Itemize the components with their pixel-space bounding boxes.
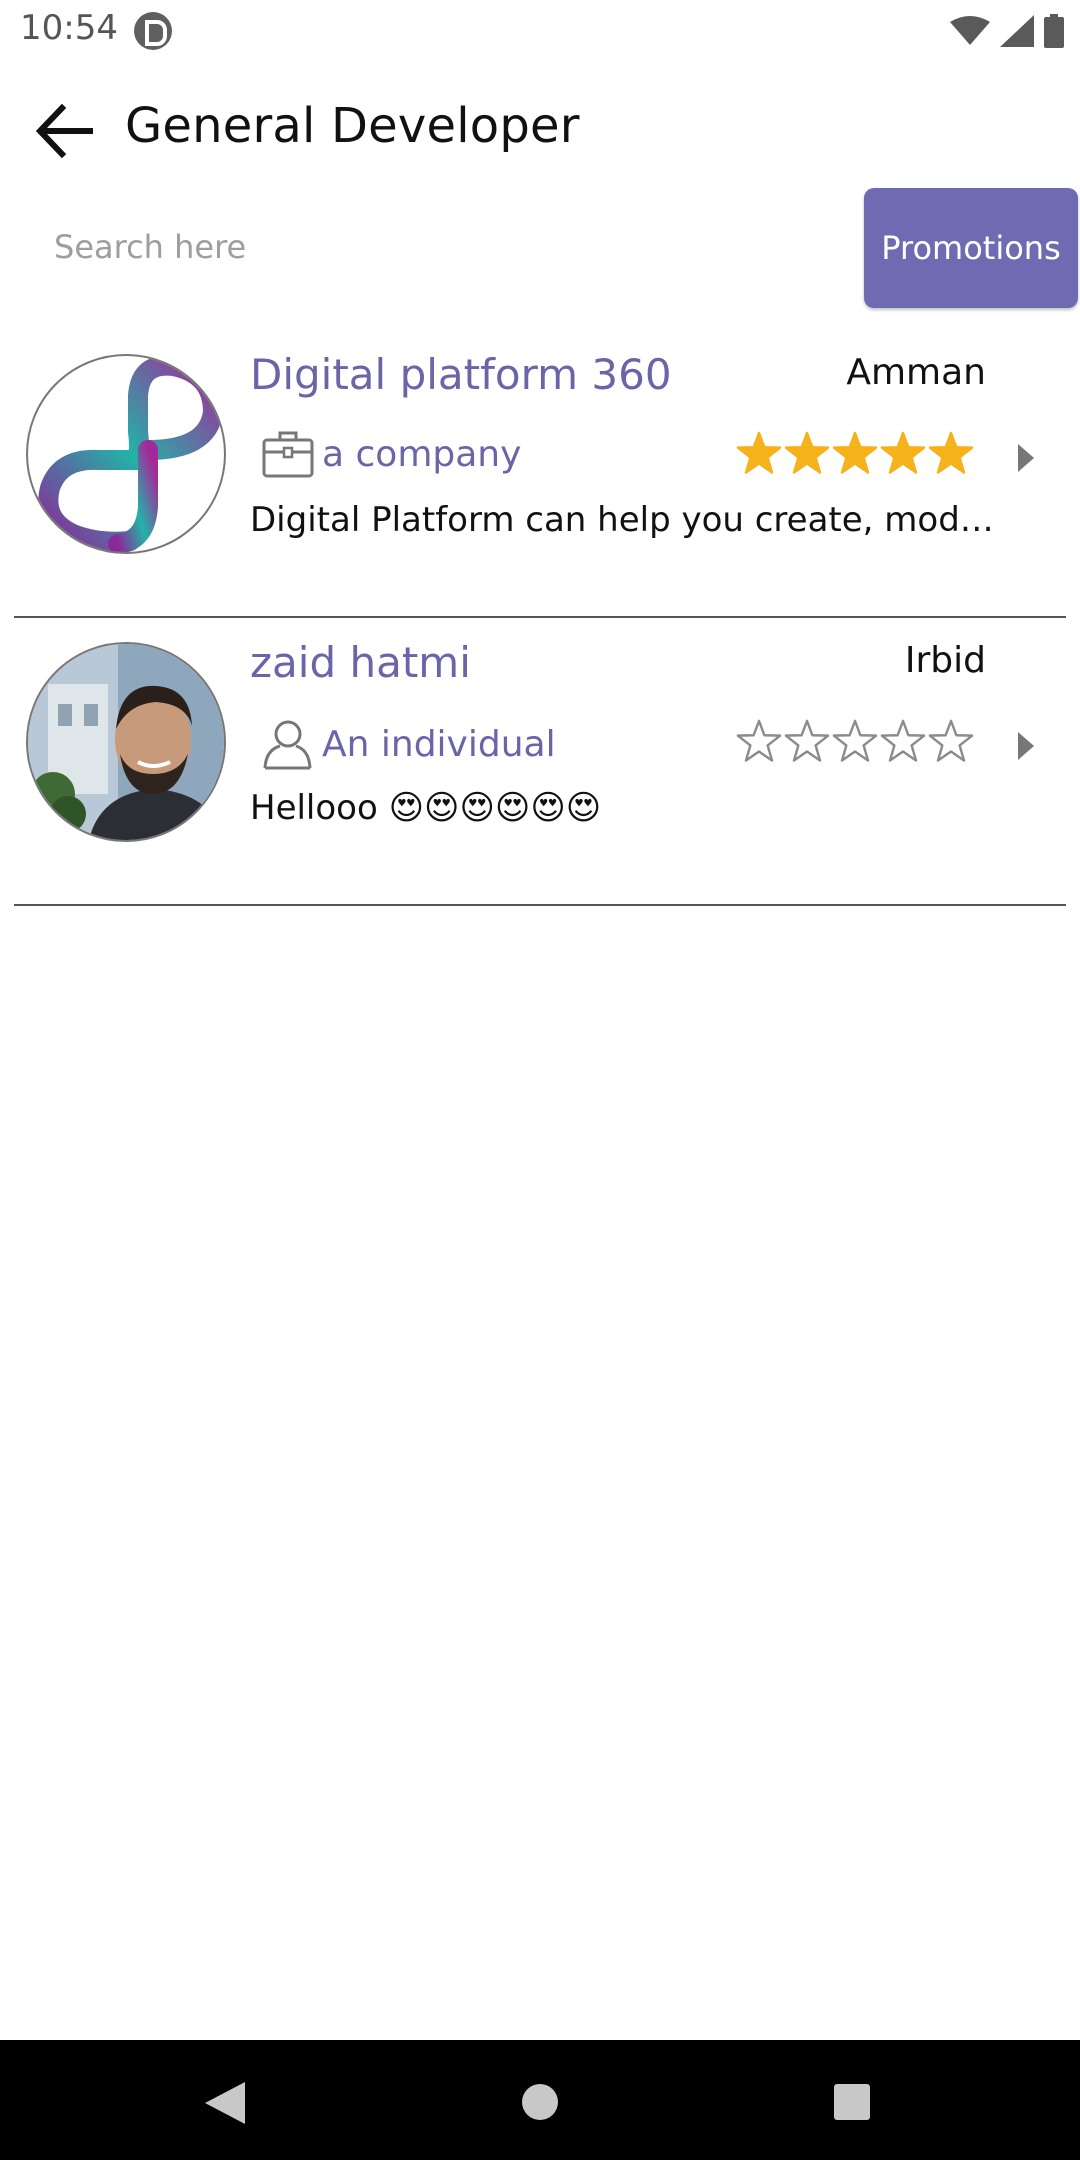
system-nav-bar — [0, 2040, 1080, 2160]
item-name: zaid hatmi — [250, 638, 471, 687]
avatar — [26, 354, 226, 554]
digital-platform-logo — [38, 356, 224, 552]
status-time: 10:54 — [20, 8, 118, 48]
star-empty-icon — [928, 719, 974, 762]
star-filled-icon — [832, 431, 878, 474]
person-icon — [263, 720, 312, 770]
briefcase-icon — [262, 431, 314, 478]
battery-icon — [1044, 14, 1064, 48]
app-notification-icon — [134, 12, 172, 50]
item-description: Digital Platform can help you create, mo… — [250, 500, 1010, 540]
item-type: a company — [262, 430, 521, 478]
star-empty-icon — [832, 719, 878, 762]
star-filled-icon — [928, 431, 974, 474]
avatar — [26, 642, 226, 842]
rating-stars — [736, 718, 974, 764]
search-input[interactable] — [34, 202, 834, 292]
item-type-label: a company — [322, 433, 522, 475]
star-filled-icon — [736, 431, 782, 474]
item-type-label: An individual — [322, 723, 556, 765]
chevron-right-icon — [1018, 732, 1034, 760]
item-name: Digital platform 360 — [250, 350, 672, 399]
rating-stars — [736, 430, 974, 476]
item-city: Irbid — [904, 640, 986, 681]
status-bar: 10:54 — [0, 0, 1080, 62]
list-item[interactable]: Digital platform 360 Amman a company Dig… — [0, 330, 1080, 618]
user-photo — [28, 644, 224, 840]
star-empty-icon — [880, 719, 926, 762]
arrow-left-icon — [35, 103, 93, 159]
wifi-icon — [950, 16, 990, 45]
star-empty-icon — [784, 719, 830, 762]
back-button[interactable] — [30, 98, 100, 164]
nav-home-icon[interactable] — [522, 2084, 558, 2120]
developer-list: Digital platform 360 Amman a company Dig… — [0, 330, 1080, 906]
item-description: Hellooo 😍😍😍😍😍😍 — [250, 788, 602, 828]
chevron-right-icon — [1018, 444, 1034, 472]
divider — [14, 904, 1066, 906]
page-title: General Developer — [125, 98, 580, 154]
nav-recents-icon[interactable] — [834, 2084, 870, 2120]
cellular-signal-icon — [1000, 15, 1034, 47]
star-filled-icon — [784, 431, 830, 474]
search-row: Promotions — [0, 188, 1080, 310]
star-filled-icon — [880, 431, 926, 474]
star-empty-icon — [736, 719, 782, 762]
promotions-button[interactable]: Promotions — [864, 188, 1078, 308]
app-bar: General Developer — [0, 62, 1080, 194]
item-type: An individual — [262, 718, 556, 770]
list-item[interactable]: zaid hatmi Irbid An individual Hellooo 😍… — [0, 618, 1080, 906]
nav-back-icon[interactable] — [205, 2082, 245, 2124]
status-icons — [950, 12, 1064, 50]
item-city: Amman — [846, 352, 986, 393]
